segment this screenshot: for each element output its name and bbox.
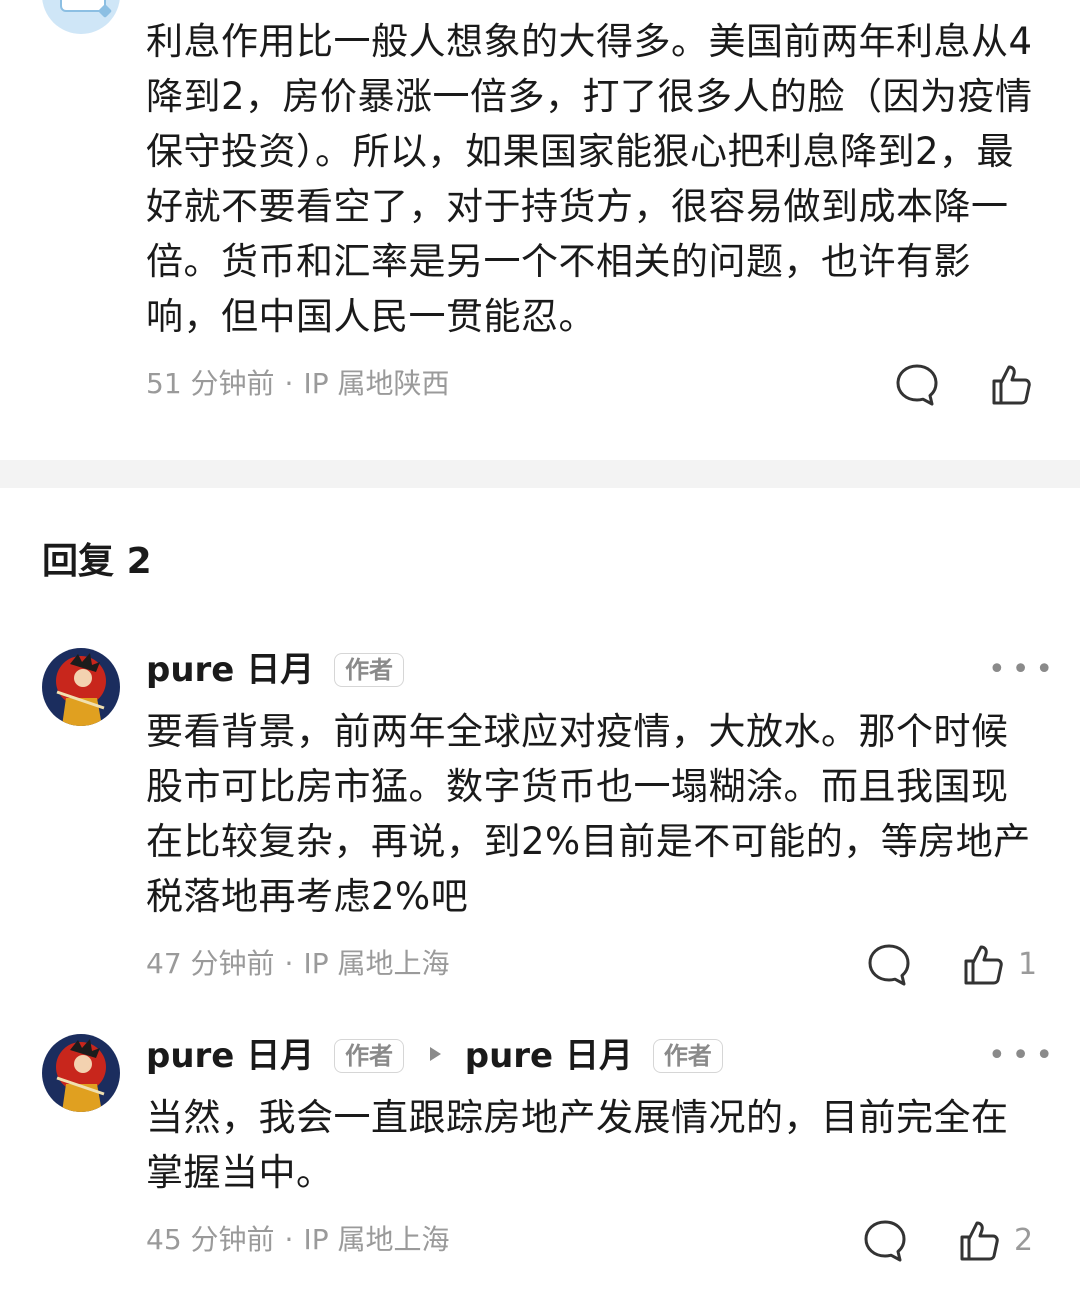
comment-bubble-icon[interactable] <box>894 362 940 408</box>
comment-meta: 51 分钟前 · IP 属地陕西 <box>146 364 449 404</box>
author-badge: 作者 <box>334 653 405 687</box>
reply-author[interactable]: pure 日月 作者 <box>146 648 405 692</box>
more-options-icon[interactable]: ••• <box>988 655 1059 685</box>
reply-to-name[interactable]: pure 日月 <box>465 1036 633 1076</box>
comment-text: 利息作用比一般人想象的大得多。美国前两年利息从4降到2，房价暴涨一倍多，打了很多… <box>146 20 1033 338</box>
reply-text: 要看背景，前两年全球应对疫情，大放水。那个时候股市可比房市猛。数字货币也一塌糊涂… <box>146 710 1031 918</box>
reply-time: 45 分钟前 <box>146 1223 275 1256</box>
like-count: 1 <box>1018 947 1038 982</box>
section-divider <box>0 460 1080 488</box>
reply-meta: 47 分钟前 · IP 属地上海 <box>146 944 449 984</box>
reply-to-badge: 作者 <box>652 1039 723 1073</box>
reply-location: IP 属地上海 <box>303 1223 450 1256</box>
author-avatar[interactable] <box>42 1034 120 1112</box>
author-badge: 作者 <box>334 1039 405 1073</box>
replies-label: 回复 <box>42 541 115 582</box>
like-count: 2 <box>1014 1223 1034 1258</box>
reply-author[interactable]: pure 日月 作者 pure 日月 作者 <box>146 1034 723 1078</box>
thumbs-up-icon[interactable] <box>988 362 1034 408</box>
commenter-avatar[interactable] <box>42 0 120 34</box>
reply-meta: 45 分钟前 · IP 属地上海 <box>146 1220 449 1260</box>
thumbs-up-icon[interactable] <box>956 1218 1002 1264</box>
thumbs-up-icon[interactable] <box>960 942 1006 988</box>
comment-bubble-icon[interactable] <box>866 942 912 988</box>
author-avatar[interactable] <box>42 648 120 726</box>
more-options-icon[interactable]: ••• <box>988 1041 1059 1071</box>
author-name[interactable]: pure 日月 <box>146 1036 314 1076</box>
comment-bubble-icon[interactable] <box>862 1218 908 1264</box>
author-name[interactable]: pure 日月 <box>146 650 314 690</box>
reply-arrow-icon <box>429 1047 441 1061</box>
reply-text: 当然，我会一直跟踪房地产发展情况的，目前完全在掌握当中。 <box>146 1096 1009 1194</box>
reply-time: 47 分钟前 <box>146 947 275 980</box>
reply-location: IP 属地上海 <box>303 947 450 980</box>
replies-count: 2 <box>126 541 152 582</box>
meta-separator: · <box>284 947 294 980</box>
meta-separator: · <box>284 1223 294 1256</box>
meta-separator: · <box>284 367 294 400</box>
comment-location: IP 属地陕西 <box>303 367 450 400</box>
replies-header: 回复 2 <box>42 538 152 586</box>
comment-time: 51 分钟前 <box>146 367 275 400</box>
